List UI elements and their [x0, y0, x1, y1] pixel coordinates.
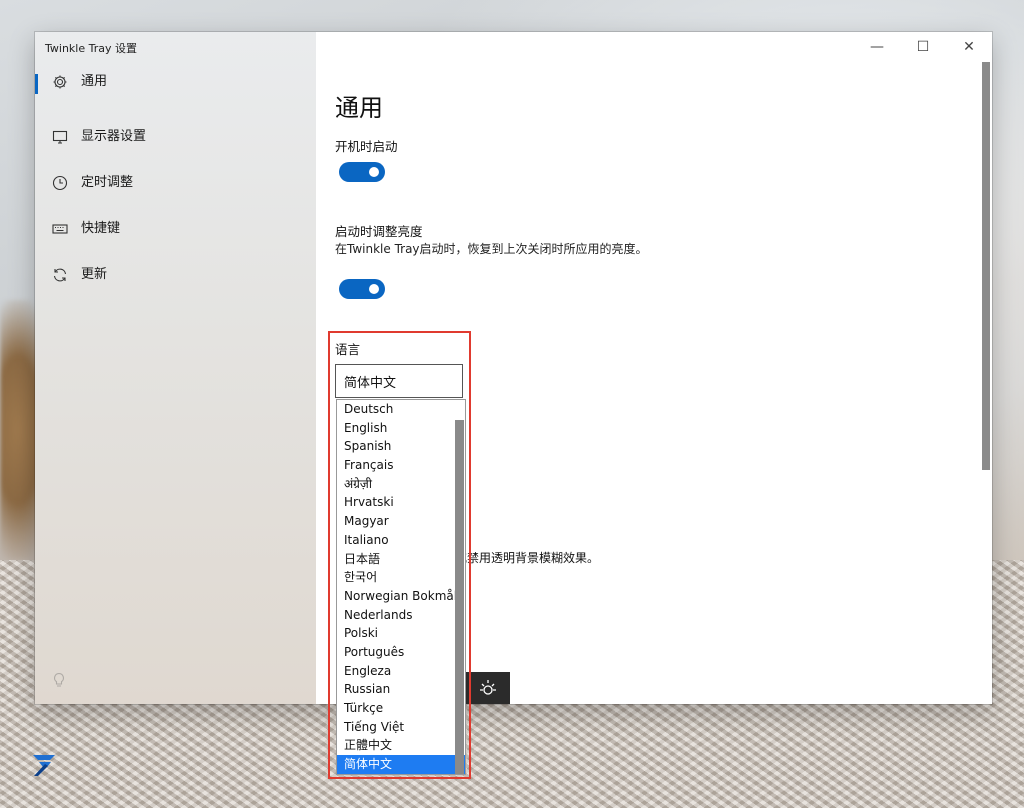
sidebar-item-label: 通用 [81, 74, 108, 89]
sidebar-item-monitor-settings[interactable]: 显示器设置 [35, 114, 316, 160]
toggle-knob [369, 284, 379, 294]
sidebar-nav: 通用 显示器设置 定时调整 快捷键 更新 [35, 68, 316, 298]
language-option[interactable]: Tiếng Việt [337, 718, 465, 737]
language-option[interactable]: अंग्रेज़ी [337, 475, 465, 494]
startup-label: 开机时启动 [335, 139, 398, 154]
language-option[interactable]: Magyar [337, 512, 465, 531]
clock-icon [51, 174, 69, 192]
language-option[interactable]: Polski [337, 624, 465, 643]
language-option[interactable]: Hrvatski [337, 493, 465, 512]
sidebar-item-label: 定时调整 [81, 175, 134, 190]
language-option[interactable]: 正體中文 [337, 736, 465, 755]
adjust-brightness-toggle[interactable] [339, 279, 385, 299]
window-title: Twinkle Tray 设置 [45, 42, 137, 55]
page-title: 通用 [335, 94, 383, 122]
language-dropdown-list[interactable]: Deutsch English Spanish Français अंग्रेज़ी Hr… [336, 399, 466, 775]
sun-icon [479, 680, 496, 695]
language-option[interactable]: Nederlands [337, 606, 465, 625]
toggle-knob [369, 167, 379, 177]
language-label: 语言 [335, 342, 361, 357]
sidebar-item-label: 快捷键 [81, 221, 121, 236]
settings-window: Twinkle Tray 设置 通用 显示器设置 定时调整 快捷键 更新 — ☐… [35, 32, 992, 704]
language-option[interactable]: Norwegian Bokmål [337, 587, 465, 606]
language-option[interactable]: 简体中文 [337, 755, 465, 774]
monitor-icon [51, 128, 69, 146]
blur-setting-desc: 或禁用透明背景模糊效果。 [455, 551, 600, 565]
sidebar-item-label: 更新 [81, 267, 108, 282]
startup-toggle[interactable] [339, 162, 385, 182]
sidebar-item-updates[interactable]: 更新 [35, 252, 316, 298]
sidebar: Twinkle Tray 设置 通用 显示器设置 定时调整 快捷键 更新 [35, 32, 316, 704]
keyboard-icon [51, 220, 69, 238]
dropdown-scrollbar[interactable] [455, 420, 464, 774]
language-option[interactable]: Engleza [337, 662, 465, 681]
language-option[interactable]: Spanish [337, 437, 465, 456]
bulb-icon[interactable] [51, 672, 67, 688]
language-option[interactable]: Türkçe [337, 699, 465, 718]
language-option[interactable]: 한국어 [337, 568, 465, 587]
adjust-brightness-desc: 在Twinkle Tray启动时，恢复到上次关闭时所应用的亮度。 [335, 242, 648, 256]
language-option[interactable]: Russian [337, 680, 465, 699]
language-option[interactable]: 日本語 [337, 550, 465, 569]
language-option[interactable]: Português [337, 643, 465, 662]
language-option[interactable]: Français [337, 456, 465, 475]
brightness-preview-button[interactable] [465, 672, 510, 704]
selected-indicator [35, 74, 38, 94]
sidebar-item-general[interactable]: 通用 [35, 68, 316, 96]
sidebar-item-schedule[interactable]: 定时调整 [35, 160, 316, 206]
language-option[interactable]: English [337, 419, 465, 438]
gear-icon [51, 73, 69, 91]
language-option[interactable]: Deutsch [337, 400, 465, 419]
language-select[interactable]: 简体中文 [335, 364, 463, 398]
language-option[interactable]: Italiano [337, 531, 465, 550]
refresh-icon [51, 266, 69, 284]
sidebar-item-label: 显示器设置 [81, 129, 147, 144]
adjust-brightness-label: 启动时调整亮度 [335, 224, 423, 239]
sidebar-item-hotkeys[interactable]: 快捷键 [35, 206, 316, 252]
brand-logo-icon [33, 755, 55, 776]
